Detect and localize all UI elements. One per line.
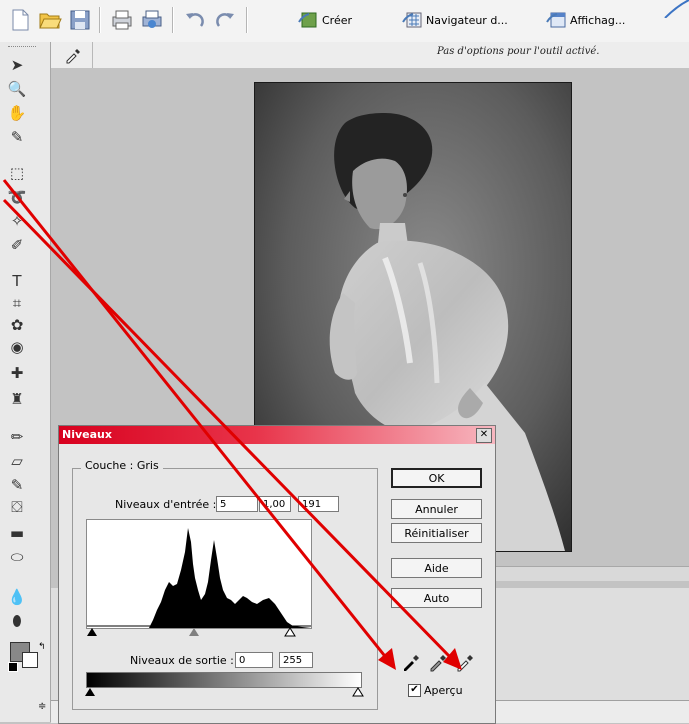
sponge-tool-icon[interactable]: ⬮ <box>6 610 28 632</box>
background-color-swatch[interactable] <box>22 652 38 668</box>
cookie-cutter-tool-icon[interactable]: ✿ <box>6 314 28 336</box>
close-icon[interactable]: ✕ <box>476 428 492 443</box>
auto-button[interactable]: Auto <box>391 588 482 608</box>
cancel-button[interactable]: Annuler <box>391 499 482 519</box>
eraser-tool-icon[interactable]: ▱ <box>6 450 28 472</box>
save-icon[interactable] <box>68 8 92 32</box>
create-icon <box>298 12 317 28</box>
black-point-eyedropper-icon[interactable] <box>401 652 421 672</box>
new-file-icon[interactable] <box>8 8 32 32</box>
preview-checkbox[interactable]: ✔ <box>408 684 421 697</box>
output-white-field[interactable]: 255 <box>279 652 313 668</box>
input-white-slider <box>284 627 296 637</box>
paint-bucket-tool-icon[interactable]: ⛋ <box>6 496 28 518</box>
print-icon[interactable] <box>110 8 134 32</box>
magic-wand-tool-icon[interactable]: ✧ <box>6 210 28 232</box>
options-message: Pas d'options pour l'outil activé. <box>437 46 600 57</box>
create-label: Créer <box>322 13 353 27</box>
levels-dialog: Niveaux ✕ Couche : Gris Niveaux d'entrée… <box>58 425 496 724</box>
marquee-tool-icon[interactable]: ⬚ <box>6 162 28 184</box>
clone-stamp-tool-icon[interactable]: ♜ <box>6 388 28 410</box>
gradient-tool-icon[interactable]: ▬ <box>6 522 28 544</box>
preview-label: Aperçu <box>424 684 463 697</box>
crop-tool-icon[interactable]: ⌗ <box>6 292 28 314</box>
zoom-tool-icon[interactable]: 🔍 <box>6 78 28 100</box>
input-sliders[interactable] <box>84 626 316 638</box>
shape-tool-icon[interactable]: ⬭ <box>6 546 28 568</box>
open-file-icon[interactable] <box>38 8 62 32</box>
gray-point-eyedropper-icon[interactable] <box>428 652 448 672</box>
navigator-label: Navigateur d... <box>426 13 508 27</box>
histogram <box>86 519 312 629</box>
palette-menu-icon[interactable]: ≑ <box>38 701 46 712</box>
input-black-slider <box>87 628 97 636</box>
help-button[interactable]: Aide <box>391 558 482 578</box>
display-icon <box>546 12 566 28</box>
eyedropper-tool-icon[interactable]: ✎ <box>6 126 28 148</box>
red-eye-tool-icon[interactable]: ◉ <box>6 336 28 358</box>
ok-button[interactable]: OK <box>391 468 482 488</box>
input-white-field[interactable]: 191 <box>298 496 339 512</box>
eyedropper-icon[interactable] <box>64 46 82 64</box>
brush-tool-icon[interactable]: ✎ <box>6 474 28 496</box>
input-levels-label: Niveaux d'entrée : <box>115 498 217 511</box>
tool-options-bar: Pas d'options pour l'outil activé. <box>0 42 689 69</box>
swap-colors-icon[interactable]: ↰ <box>38 642 46 652</box>
input-gamma-slider <box>189 628 199 636</box>
dialog-title: Niveaux <box>62 428 112 441</box>
output-white-slider <box>352 687 364 697</box>
output-black-slider <box>85 688 95 696</box>
input-gamma-field[interactable]: 1,00 <box>259 496 291 512</box>
shortcuts-bar: Créer Navigateur d... Affichag... <box>0 0 689 43</box>
selection-brush-tool-icon[interactable]: ✐ <box>6 234 28 256</box>
create-button[interactable]: Créer <box>298 8 352 32</box>
move-tool-icon[interactable]: ➤ <box>6 54 28 76</box>
output-black-field[interactable]: 0 <box>235 652 273 668</box>
dialog-titlebar[interactable]: Niveaux ✕ <box>59 426 495 444</box>
tool-palette: ➤ 🔍 ✋ ✎ ⬚ ➰ ✧ ✐ T ⌗ ✿ ◉ ✚ ♜ ✏ ▱ ✎ ⛋ ▬ ⬭ 💧 ⬮ ↰ ≑ <box>0 42 51 722</box>
navigator-icon <box>402 12 422 28</box>
active-tool-slot <box>52 42 93 68</box>
display-button[interactable]: Affichag... <box>546 8 625 32</box>
display-label: Affichag... <box>570 13 626 27</box>
corner-swoosh-icon <box>664 0 689 18</box>
pencil-tool-icon[interactable]: ✏ <box>6 426 28 448</box>
histogram-graph <box>87 528 311 628</box>
type-tool-icon[interactable]: T <box>6 270 28 292</box>
blur-tool-icon[interactable]: 💧 <box>6 586 28 608</box>
output-sliders[interactable] <box>83 686 365 698</box>
default-colors-icon[interactable] <box>8 662 18 672</box>
reset-button[interactable]: Réinitialiser <box>391 523 482 543</box>
navigator-button[interactable]: Navigateur d... <box>402 8 508 32</box>
undo-icon[interactable] <box>183 8 207 32</box>
channel-label: Couche : Gris <box>81 459 163 472</box>
healing-brush-tool-icon[interactable]: ✚ <box>6 362 28 384</box>
white-point-eyedropper-icon[interactable] <box>455 652 475 672</box>
output-levels-label: Niveaux de sortie : <box>130 654 234 667</box>
redo-icon[interactable] <box>213 8 237 32</box>
hand-tool-icon[interactable]: ✋ <box>6 102 28 124</box>
input-black-field[interactable]: 5 <box>216 496 258 512</box>
palette-grip[interactable] <box>8 46 36 48</box>
lasso-tool-icon[interactable]: ➰ <box>6 186 28 208</box>
online-print-icon[interactable] <box>140 8 164 32</box>
